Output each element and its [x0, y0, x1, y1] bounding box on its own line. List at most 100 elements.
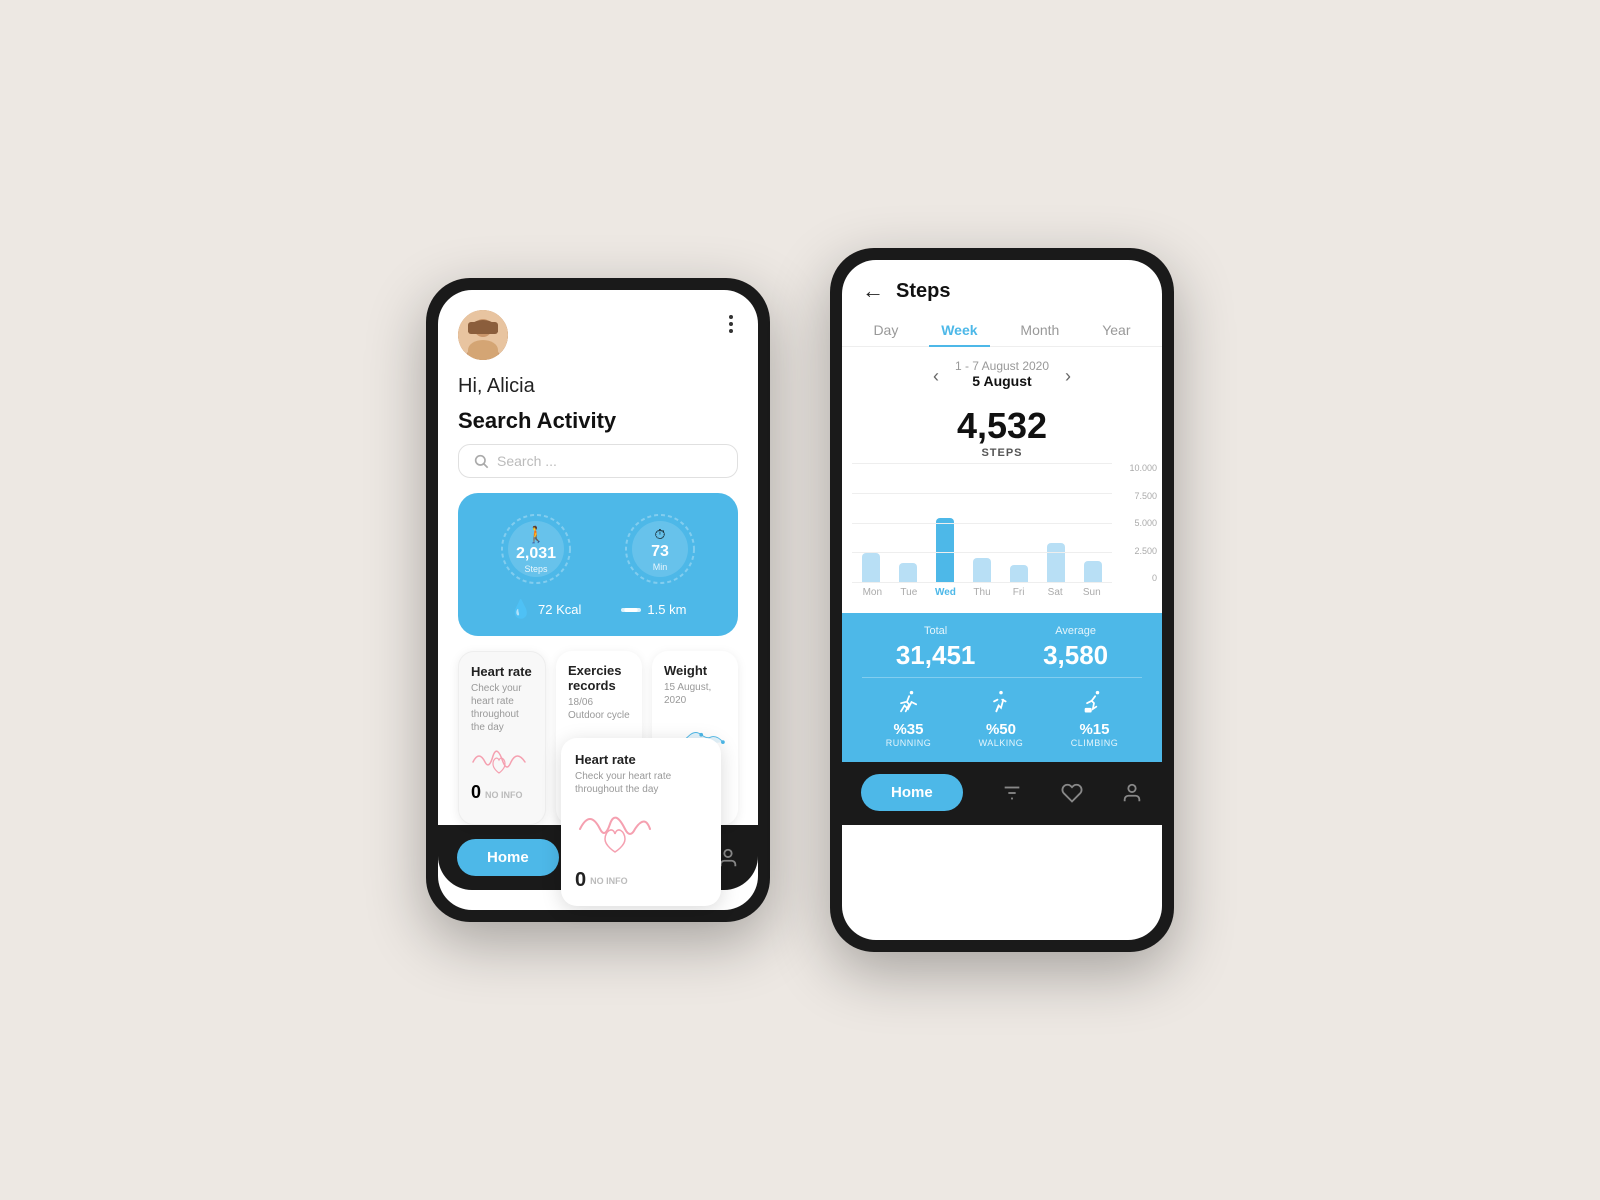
running-activity: %35 RUNNING [886, 688, 932, 748]
heart-icon-p2[interactable] [1061, 782, 1083, 804]
date-main: 5 August [972, 373, 1031, 393]
x-label-tue: Tue [891, 587, 928, 598]
exercises-title: Exercies records [568, 663, 630, 693]
heart-rate-float-card: Heart rate Check your heart rate through… [561, 738, 721, 906]
prev-date-button[interactable]: ‹ [933, 366, 939, 387]
divider [862, 677, 1142, 678]
date-range: 1 - 7 August 2020 [955, 359, 1049, 373]
y-label-0: 0 [1152, 573, 1157, 583]
steps-label: Steps [524, 564, 547, 574]
heart-rate-subtitle: Check your heart rate throughout the day [575, 770, 707, 796]
heart-rate-card[interactable]: Heart rate Check your heart rate through… [458, 651, 546, 825]
phone2: ← Steps Day Week Month Year ‹ 1 - 7 Augu… [830, 248, 1174, 952]
tab-day[interactable]: Day [861, 314, 910, 346]
steps-stat: 🚶 2,031 Steps [496, 509, 576, 589]
steps-display: 4,532 STEPS [842, 397, 1162, 463]
search-title: Search Activity [438, 403, 758, 444]
weight-title: Weight [664, 663, 726, 678]
heart-rate-no-info: NO INFO [590, 876, 628, 886]
phone1-top-bar [438, 290, 758, 370]
x-label-wed: Wed [927, 587, 964, 598]
phone2-header: ← Steps [842, 260, 1162, 314]
x-label-fri: Fri [1000, 587, 1037, 598]
heart-rate-chart-icon [575, 804, 655, 859]
walking-name: WALKING [979, 738, 1024, 748]
kcal-stat: 💧 72 Kcal [510, 599, 582, 620]
search-placeholder: Search ... [497, 453, 557, 469]
running-name: RUNNING [886, 738, 932, 748]
walking-pct: %50 [979, 721, 1024, 738]
heart-no-info: NO INFO [485, 790, 523, 800]
average-block: Average 3,580 [1043, 625, 1108, 671]
phone2-bottom-nav: Home [842, 762, 1162, 825]
phones-container: Heart rate Check your heart rate through… [426, 248, 1174, 952]
tab-week[interactable]: Week [929, 314, 989, 346]
phone2-tabs: Day Week Month Year [842, 314, 1162, 347]
km-stat: 1.5 km [621, 599, 686, 620]
activity-card-top: 🚶 2,031 Steps [474, 509, 722, 589]
climbing-activity: %15 CLIMBING [1071, 688, 1119, 748]
walking-activity: %50 WALKING [979, 688, 1024, 748]
km-value: 1.5 km [647, 602, 686, 617]
phone2-blue-section: Total 31,451 Average 3,580 [842, 613, 1162, 762]
more-options-button[interactable] [724, 310, 738, 338]
heart-sparkline [471, 742, 531, 777]
tab-month[interactable]: Month [1008, 314, 1071, 346]
kcal-value: 72 Kcal [538, 602, 581, 617]
date-navigation: ‹ 1 - 7 August 2020 5 August › [842, 347, 1162, 397]
running-icon [894, 688, 922, 716]
phone2-home-button[interactable]: Home [861, 774, 963, 811]
next-date-button[interactable]: › [1065, 366, 1071, 387]
km-icon [621, 604, 641, 616]
heart-rate-val: 0 [471, 782, 481, 803]
phone2-screen: ← Steps Day Week Month Year ‹ 1 - 7 Augu… [842, 260, 1162, 940]
climbing-pct: %15 [1071, 721, 1119, 738]
heart-rate-value: 0 [575, 869, 586, 892]
running-pct: %35 [886, 721, 932, 738]
steps-count: 4,532 [842, 405, 1162, 447]
steps-chart: 10.000 7.500 5.000 2.500 0 [842, 463, 1162, 613]
activity-row: %35 RUNNING %50 WALKING [862, 684, 1142, 752]
heart-rate-title: Heart rate [575, 752, 707, 767]
filter-icon-p2[interactable] [1001, 782, 1023, 804]
exercises-subtitle: 18/06 Outdoor cycle [568, 696, 630, 722]
total-label: Total [896, 625, 976, 637]
avatar[interactable] [458, 310, 508, 360]
steps-value: 2,031 [516, 545, 556, 563]
climbing-name: CLIMBING [1071, 738, 1119, 748]
walking-icon [987, 688, 1015, 716]
total-block: Total 31,451 [896, 625, 976, 671]
x-label-sat: Sat [1037, 587, 1074, 598]
avatar-image [458, 310, 508, 360]
heart-rate-card-sub: Check your heart rate throughout the day [471, 682, 533, 734]
phone1-home-button[interactable]: Home [457, 839, 559, 876]
back-button[interactable]: ← [862, 278, 884, 304]
y-label-10000: 10.000 [1129, 463, 1157, 473]
steps-unit: STEPS [842, 447, 1162, 459]
climbing-icon [1080, 688, 1108, 716]
x-label-mon: Mon [854, 587, 891, 598]
activity-card: 🚶 2,031 Steps [458, 493, 738, 636]
time-stat: ⏱ 73 Min [620, 509, 700, 589]
person-icon-p2[interactable] [1121, 782, 1143, 804]
search-icon [473, 453, 489, 469]
activity-card-bottom: 💧 72 Kcal 1.5 km [474, 599, 722, 620]
total-value: 31,451 [896, 640, 976, 671]
time-value: 73 [651, 543, 669, 561]
x-label-thu: Thu [964, 587, 1001, 598]
stats-row: Total 31,451 Average 3,580 [862, 625, 1142, 671]
average-label: Average [1043, 625, 1108, 637]
weight-subtitle: 15 August, 2020 [664, 681, 726, 707]
greeting-text: Hi, Alicia [438, 370, 758, 403]
search-bar[interactable]: Search ... [458, 444, 738, 478]
x-label-sun: Sun [1073, 587, 1110, 598]
average-value: 3,580 [1043, 640, 1108, 671]
y-label-7500: 7.500 [1134, 491, 1157, 501]
tab-year[interactable]: Year [1090, 314, 1142, 346]
y-label-2500: 2.500 [1134, 546, 1157, 556]
phone2-title: Steps [896, 280, 950, 303]
time-label: Min [653, 562, 668, 572]
steps-ring: 🚶 2,031 Steps [496, 509, 576, 589]
y-label-5000: 5.000 [1134, 518, 1157, 528]
time-ring: ⏱ 73 Min [620, 509, 700, 589]
